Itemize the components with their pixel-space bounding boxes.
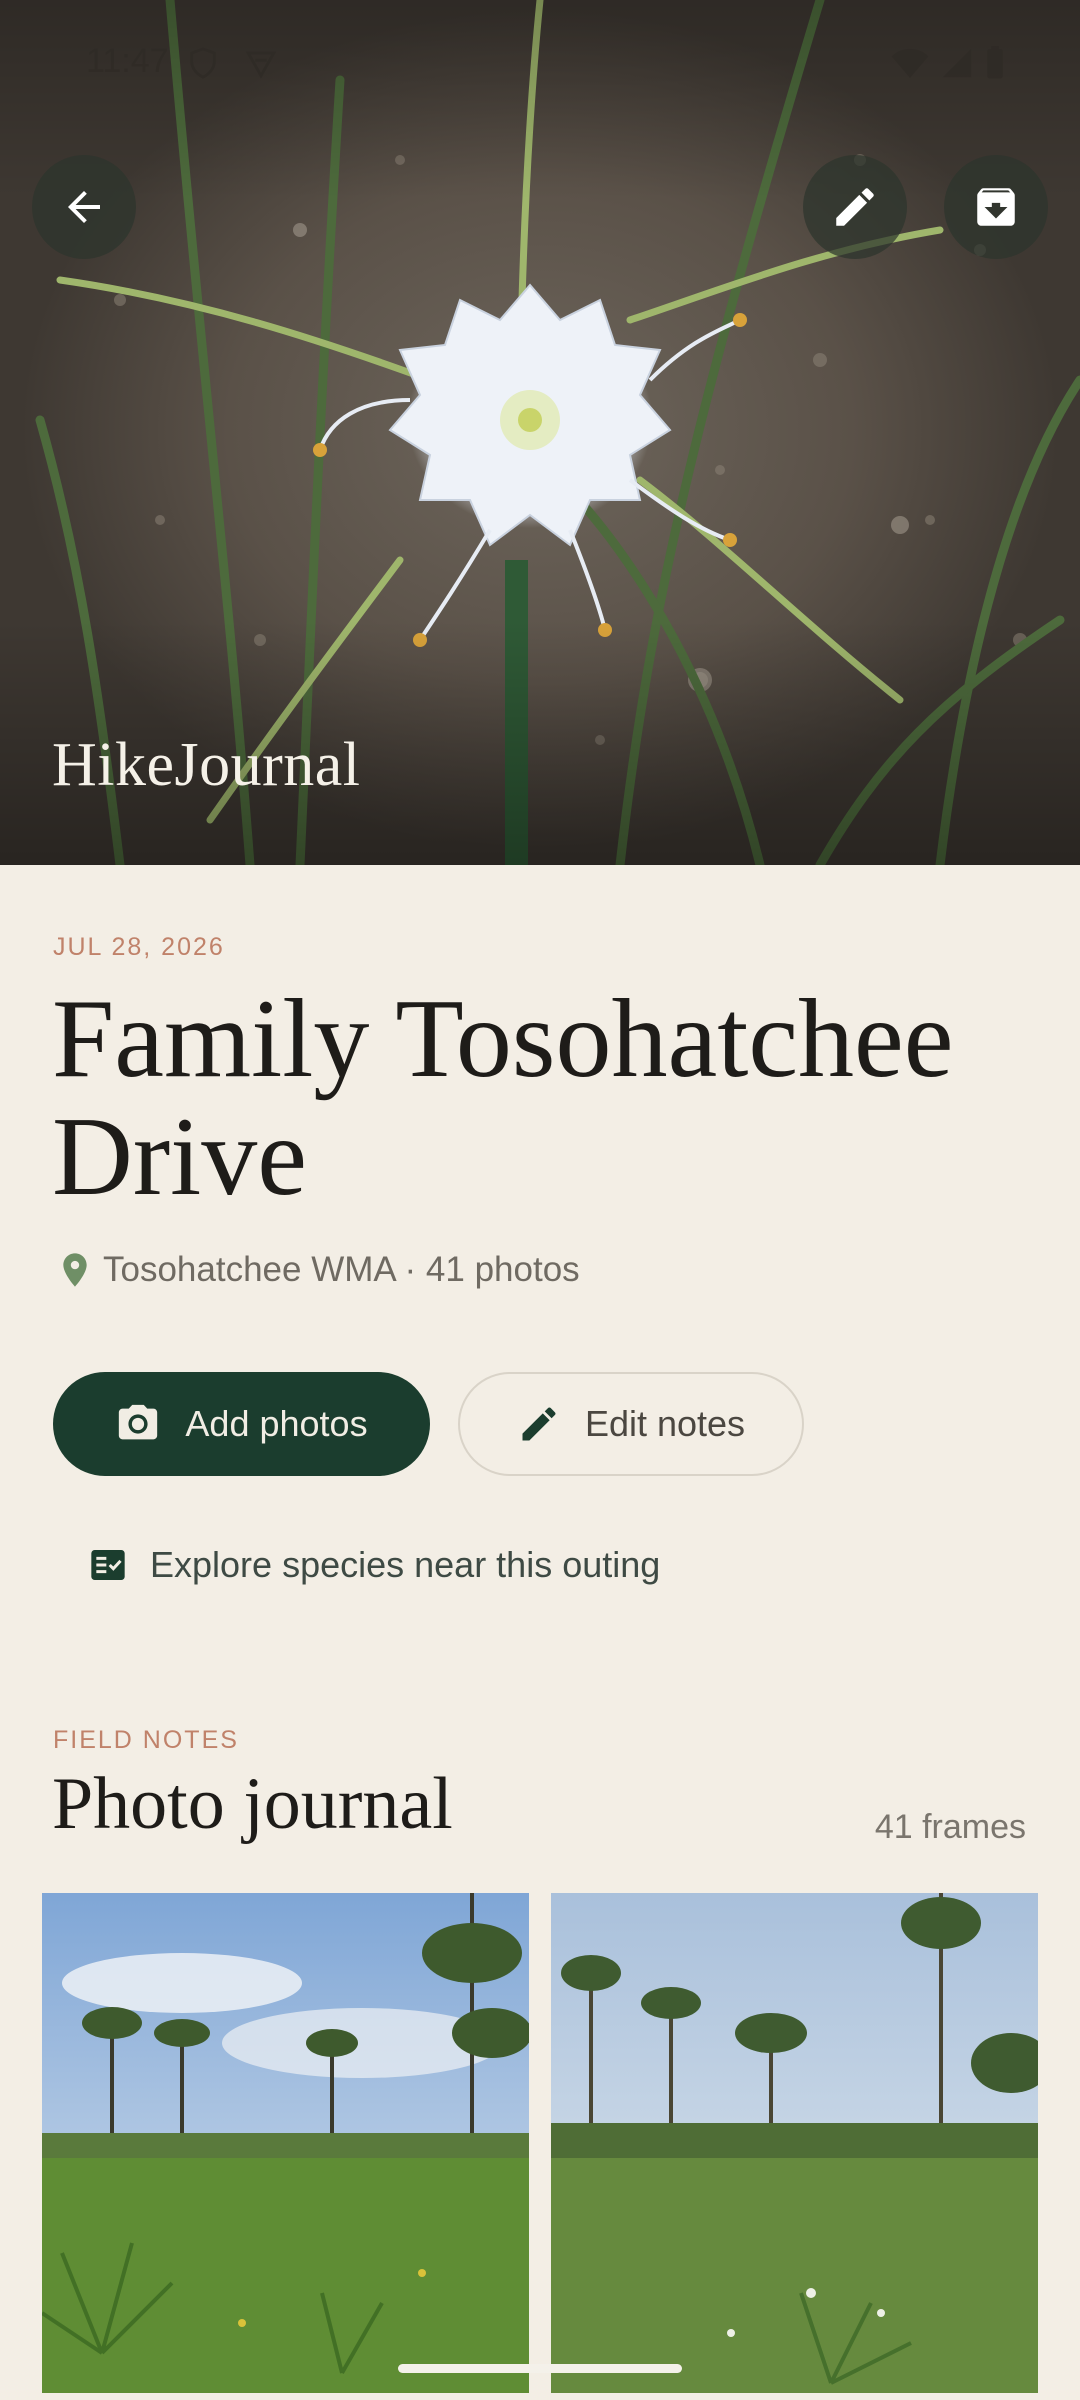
battery-icon [987, 46, 1003, 79]
edit-notes-button[interactable]: Edit notes [458, 1372, 804, 1476]
outing-title: Family Tosohatchee Drive [52, 977, 954, 1219]
explore-species-link[interactable]: Explore species near this outing [88, 1540, 660, 1590]
status-time: 11:47 [86, 42, 169, 80]
location-text: Tosohatchee WMA · 41 photos [103, 1250, 580, 1289]
arrow-left-icon [68, 191, 100, 223]
shield-icon [190, 47, 216, 79]
cellular-signal-icon [942, 48, 972, 78]
journal-photo[interactable] [42, 1893, 529, 2393]
archive-icon [977, 188, 1015, 226]
archive-button[interactable] [944, 155, 1048, 259]
checklist-icon [91, 1550, 125, 1580]
add-photos-button[interactable]: Add photos [53, 1372, 430, 1476]
vpn-icon [245, 51, 277, 79]
explore-label: Explore species near this outing [150, 1544, 661, 1585]
journal-photo[interactable] [551, 1893, 1038, 2393]
app-title: HikeJournal [52, 731, 361, 799]
edit-notes-label: Edit notes [584, 1403, 746, 1444]
home-indicator[interactable] [398, 2364, 682, 2373]
hero-image: 11:47 HikeJournal [0, 0, 1080, 865]
frame-count: 41 frames [874, 1808, 1026, 1846]
section-title: Photo journal [52, 1763, 453, 1845]
status-bar: 11:47 [0, 0, 1080, 120]
pencil-icon [522, 1407, 556, 1441]
map-pin-icon [63, 1253, 87, 1287]
outing-date: JUL 28, 2026 [53, 933, 225, 961]
back-button[interactable] [32, 155, 136, 259]
edit-button[interactable] [803, 155, 907, 259]
pencil-icon [836, 188, 874, 226]
section-kicker: FIELD NOTES [53, 1726, 239, 1754]
location-line: Tosohatchee WMA · 41 photos [55, 1248, 580, 1292]
wifi-icon [891, 48, 929, 78]
add-photos-label: Add photos [185, 1403, 368, 1444]
camera-icon [119, 1404, 158, 1440]
